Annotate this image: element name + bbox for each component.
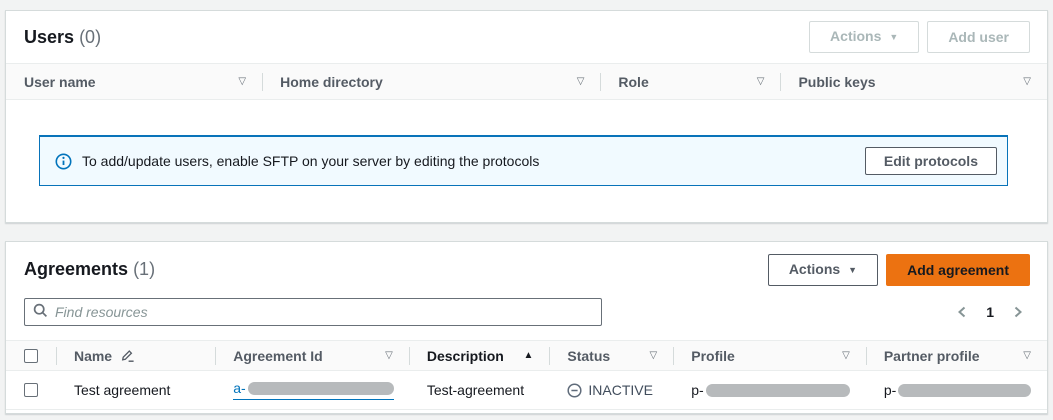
users-column-home-directory[interactable]: Home directory ▽ — [262, 64, 600, 99]
filter-icon: ▽ — [757, 76, 765, 87]
agreements-title-text: Agreements — [24, 259, 128, 279]
users-panel-title: Users (0) — [24, 27, 101, 48]
search-box — [24, 298, 602, 326]
users-actions-button[interactable]: Actions ▼ — [809, 21, 919, 53]
users-actions-label: Actions — [830, 28, 881, 44]
edit-protocols-button[interactable]: Edit protocols — [865, 147, 997, 175]
filter-icon: ▽ — [842, 350, 850, 361]
agreements-count: (1) — [133, 259, 155, 279]
filter-icon: ▽ — [385, 350, 393, 361]
pagination-previous-button[interactable] — [954, 303, 970, 321]
pagination: 1 — [954, 303, 1030, 321]
column-label: Home directory — [280, 74, 383, 90]
row-checkbox-cell — [6, 371, 56, 409]
users-header-actions: Actions ▼ Add user — [809, 21, 1030, 53]
inactive-status-icon — [567, 383, 582, 398]
users-panel: Users (0) Actions ▼ Add user User name ▽ … — [5, 10, 1048, 223]
add-user-button[interactable]: Add user — [927, 21, 1030, 53]
column-label: User name — [24, 74, 96, 90]
agreements-panel-title: Agreements (1) — [24, 259, 155, 280]
agreement-description-cell: Test-agreement — [409, 371, 550, 409]
add-user-label: Add user — [948, 29, 1009, 45]
users-table-header: User name ▽ Home directory ▽ Role ▽ Publ… — [6, 63, 1047, 100]
status-text: INACTIVE — [588, 382, 653, 398]
column-label: Profile — [691, 348, 735, 364]
column-label: Name — [74, 348, 112, 364]
sort-ascending-icon: ▲ — [523, 350, 533, 361]
caret-down-icon: ▼ — [848, 265, 857, 275]
column-label: Partner profile — [884, 348, 980, 364]
search-icon — [33, 303, 48, 321]
row-checkbox[interactable] — [24, 383, 38, 397]
users-column-public-keys[interactable]: Public keys ▽ — [780, 64, 1046, 99]
filter-icon: ▽ — [238, 76, 246, 87]
column-label: Description — [427, 348, 504, 364]
redacted-profile-id — [706, 384, 850, 397]
add-agreement-label: Add agreement — [907, 262, 1009, 278]
agreement-id-link[interactable]: a- — [233, 380, 393, 400]
filter-icon: ▽ — [577, 76, 585, 87]
filter-icon: ▽ — [1023, 350, 1031, 361]
redacted-agreement-id — [248, 382, 394, 395]
agreement-id-cell: a- — [215, 371, 409, 409]
users-count: (0) — [79, 27, 101, 47]
column-label: Role — [618, 74, 648, 90]
add-agreement-button[interactable]: Add agreement — [886, 254, 1030, 286]
agreements-table-header: Name Agreement Id ▽ Description ▲ Status… — [6, 340, 1047, 371]
info-banner-message: To add/update users, enable SFTP on your… — [82, 153, 539, 169]
select-all-checkbox[interactable] — [24, 349, 38, 363]
column-label: Status — [567, 348, 610, 364]
agreement-table-row: Test agreement a- Test-agreement INACTIV… — [6, 371, 1047, 410]
info-banner: To add/update users, enable SFTP on your… — [39, 135, 1008, 186]
agreements-panel-header: Agreements (1) Actions ▼ Add agreement — [6, 242, 1047, 289]
status-badge: INACTIVE — [567, 382, 653, 398]
agreements-header-actions: Actions ▼ Add agreement — [768, 254, 1030, 286]
users-empty-state: To add/update users, enable SFTP on your… — [6, 135, 1047, 257]
filter-icon: ▽ — [650, 350, 658, 361]
agreements-column-partner-profile[interactable]: Partner profile ▽ — [866, 341, 1047, 370]
partner-profile-prefix: p- — [884, 382, 896, 398]
column-label: Public keys — [798, 74, 875, 90]
users-column-role[interactable]: Role ▽ — [600, 64, 780, 99]
agreements-toolbar: 1 — [6, 289, 1047, 340]
pagination-next-button[interactable] — [1010, 303, 1026, 321]
users-title-text: Users — [24, 27, 74, 47]
users-panel-header: Users (0) Actions ▼ Add user — [6, 11, 1047, 63]
agreement-name-cell: Test agreement — [56, 371, 215, 409]
agreements-column-name[interactable]: Name — [56, 341, 215, 370]
agreement-description: Test-agreement — [427, 382, 524, 398]
agreement-profile-cell: p- — [673, 371, 866, 409]
agreements-panel: Agreements (1) Actions ▼ Add agreement — [5, 241, 1048, 414]
info-icon — [55, 153, 72, 170]
column-label: Agreement Id — [233, 348, 322, 364]
caret-down-icon: ▼ — [889, 32, 898, 42]
agreements-actions-button[interactable]: Actions ▼ — [768, 254, 878, 286]
pagination-page-1[interactable]: 1 — [986, 304, 994, 320]
agreements-actions-label: Actions — [789, 261, 840, 277]
agreements-column-status[interactable]: Status ▽ — [549, 341, 673, 370]
profile-prefix: p- — [691, 382, 703, 398]
agreement-id-prefix: a- — [233, 380, 245, 396]
filter-icon: ▽ — [1023, 76, 1031, 87]
search-input[interactable] — [55, 304, 593, 320]
agreements-column-agreement-id[interactable]: Agreement Id ▽ — [215, 341, 409, 370]
agreement-status-cell: INACTIVE — [549, 371, 673, 409]
edit-pencil-icon — [120, 348, 135, 363]
users-column-user-name[interactable]: User name ▽ — [6, 64, 262, 99]
redacted-partner-profile-id — [898, 384, 1031, 397]
agreement-name: Test agreement — [74, 382, 171, 398]
agreements-column-description[interactable]: Description ▲ — [409, 341, 550, 370]
agreement-partner-profile-cell: p- — [866, 371, 1047, 409]
select-all-checkbox-cell — [6, 341, 56, 370]
agreements-column-profile[interactable]: Profile ▽ — [673, 341, 866, 370]
